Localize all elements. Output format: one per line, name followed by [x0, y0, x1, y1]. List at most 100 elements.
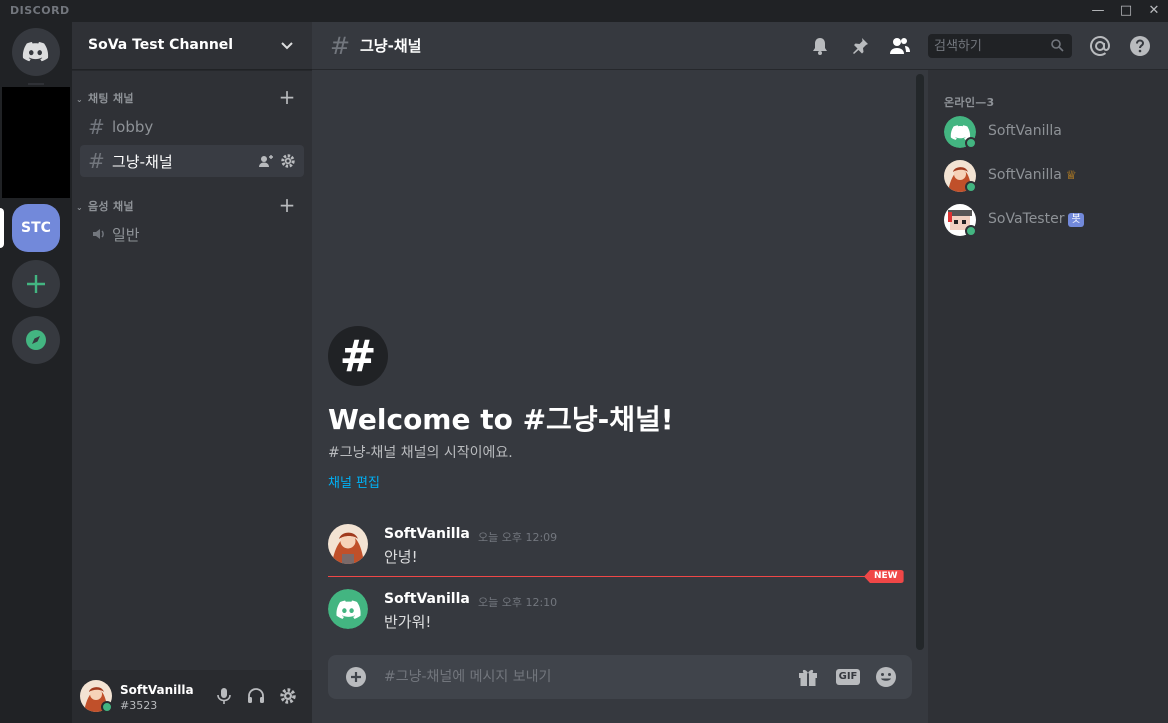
hashtag-icon: # [88, 149, 105, 173]
category-voice-channels[interactable]: ⌄ 음성 채널 [76, 198, 134, 214]
search-box[interactable] [928, 34, 1072, 58]
plus-icon: + [278, 193, 296, 217]
home-button[interactable] [12, 28, 60, 76]
welcome-title: Welcome to #그냥-채널! [328, 403, 674, 436]
message-author[interactable]: SoftVanilla [384, 591, 470, 607]
mentions-button[interactable] [1088, 34, 1112, 58]
bot-badge: 봇 [1068, 213, 1084, 227]
category-text-channels[interactable]: ⌄ 채팅 채널 [76, 90, 134, 106]
member-name: SoftVanilla [988, 123, 1062, 139]
discord-app: DISCORD — □ ✕ STC SoVa Test Channel ⌄ 채팅… [0, 0, 1168, 723]
crown-icon: ♕ [1065, 168, 1077, 182]
member-item[interactable]: SoftVanilla ♕ [944, 156, 1160, 196]
message-text: 안녕! [384, 548, 418, 566]
chevron-down-icon: ⌄ [76, 95, 84, 104]
discord-default-avatar-icon [328, 589, 368, 629]
gear-icon[interactable] [280, 153, 296, 169]
gift-button[interactable] [796, 665, 820, 689]
create-voice-channel-button[interactable]: + [278, 195, 296, 215]
search-icon [1051, 39, 1064, 52]
at-sign-icon [1090, 35, 1111, 56]
pin-icon [853, 38, 868, 54]
channel-hashtag-icon: # [328, 326, 388, 386]
search-input[interactable] [934, 36, 1044, 56]
guild-name: SoVa Test Channel [88, 37, 234, 53]
server-separator [28, 83, 44, 85]
avatar[interactable] [328, 589, 368, 629]
scrollbar-thumb[interactable] [916, 74, 924, 650]
channel-label: 그냥-채널 [112, 152, 173, 171]
channel-sidebar: SoVa Test Channel ⌄ 채팅 채널 + # lobby # 그냥-… [72, 22, 312, 723]
invite-user-icon[interactable] [258, 153, 274, 169]
help-button[interactable] [1128, 34, 1152, 58]
microphone-icon [217, 688, 231, 704]
welcome-subtitle: #그냥-채널 채널의 시작이에요. [328, 445, 513, 461]
server-rail: STC [0, 22, 72, 723]
member-item[interactable]: SoftVanilla [944, 112, 1160, 152]
user-settings-button[interactable] [276, 684, 300, 708]
emoji-icon [876, 667, 896, 687]
member-list: 온라인—3 SoftVanilla SoftVanilla ♕ SoVaTeste… [928, 70, 1168, 723]
gear-icon [280, 688, 296, 704]
chevron-down-icon [281, 42, 293, 50]
message-input[interactable] [384, 666, 784, 688]
online-header: 온라인—3 [944, 96, 995, 109]
hashtag-icon: # [88, 115, 105, 139]
plus-icon: + [278, 85, 296, 109]
notification-settings-button[interactable] [808, 34, 832, 58]
hashtag-icon: # [330, 32, 351, 60]
guild-header[interactable]: SoVa Test Channel [72, 22, 312, 70]
mute-button[interactable] [212, 684, 236, 708]
close-icon[interactable]: ✕ [1140, 0, 1168, 22]
edit-channel-link[interactable]: 채널 편집 [328, 472, 380, 491]
message-timestamp: 오늘 오후 12:09 [478, 531, 558, 544]
discord-logo-icon [22, 42, 49, 62]
voice-channel-general[interactable]: 일반 [80, 218, 304, 250]
member-name-row: SoVaTester 봇 [988, 211, 1084, 227]
emoji-button[interactable] [874, 665, 898, 689]
new-messages-divider [328, 576, 898, 577]
user-tag: #3523 [120, 699, 158, 712]
members-icon [890, 38, 910, 54]
headphones-icon [248, 688, 264, 703]
maximize-icon[interactable]: □ [1112, 0, 1140, 22]
avatar[interactable] [328, 524, 368, 564]
plus-icon [27, 275, 45, 293]
online-status-dot [965, 225, 977, 237]
redacted-block [2, 87, 70, 198]
channel-lobby[interactable]: # lobby [80, 111, 304, 143]
explore-servers-button[interactable] [12, 316, 60, 364]
gift-icon [799, 669, 817, 686]
add-server-button[interactable] [12, 260, 60, 308]
member-list-toggle[interactable] [888, 34, 912, 58]
member-name: SoftVanilla [988, 167, 1062, 183]
message-author[interactable]: SoftVanilla [384, 526, 470, 542]
gif-button[interactable]: GIF [835, 665, 861, 689]
chevron-down-icon: ⌄ [76, 203, 84, 212]
server-stc-label: STC [21, 220, 51, 236]
help-icon [1130, 36, 1150, 56]
upload-plus-icon[interactable] [344, 665, 368, 689]
chat-area: # 그냥-채널 # Welcome t [312, 22, 1168, 723]
online-status-dot [101, 701, 113, 713]
new-badge: NEW [864, 570, 904, 583]
gif-icon: GIF [835, 669, 861, 685]
minimize-icon[interactable]: — [1084, 0, 1112, 22]
anime-avatar-icon [328, 524, 368, 564]
channel-label: lobby [112, 118, 154, 136]
member-item[interactable]: SoVaTester 봇 [944, 200, 1160, 240]
deafen-button[interactable] [244, 684, 268, 708]
chat-header: # 그냥-채널 [312, 22, 1168, 70]
member-name: SoVaTester [988, 211, 1065, 227]
pinned-messages-button[interactable] [848, 34, 872, 58]
channel-geunyang[interactable]: # 그냥-채널 [80, 145, 304, 177]
message-text: 반가워! [384, 613, 432, 631]
bell-icon [813, 38, 827, 55]
server-stc[interactable]: STC [12, 204, 60, 252]
channel-label: 일반 [112, 225, 140, 244]
user-panel: SoftVanilla #3523 [72, 670, 312, 723]
title-bar: DISCORD — □ ✕ [0, 0, 1168, 22]
channel-title: 그냥-채널 [360, 37, 422, 55]
create-channel-button[interactable]: + [278, 87, 296, 107]
category-label: 채팅 채널 [88, 92, 134, 105]
